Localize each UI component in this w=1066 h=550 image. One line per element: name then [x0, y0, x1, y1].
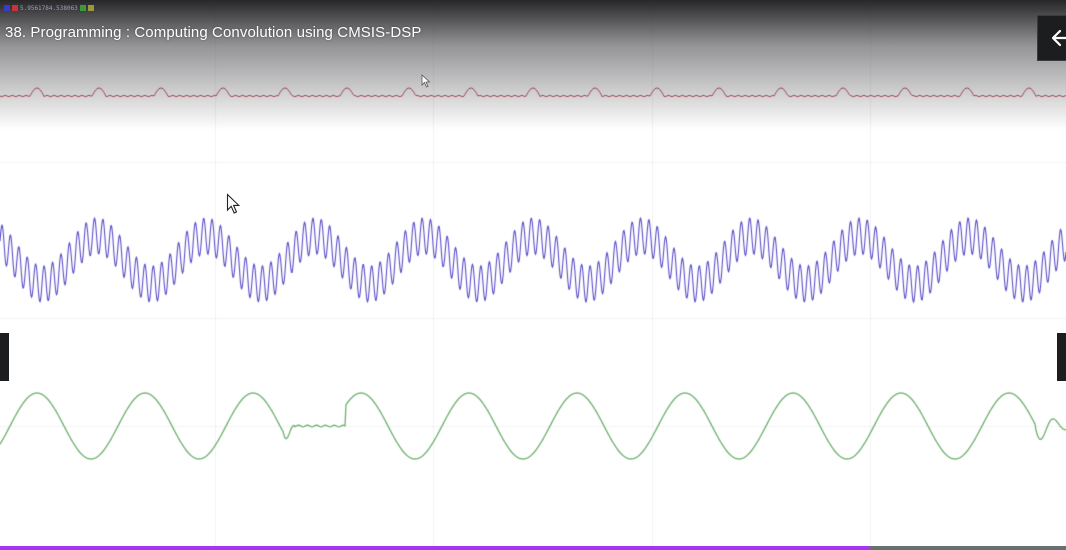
legend-values: 5.9561784.538063 — [20, 4, 78, 12]
arrow-left-icon — [1051, 29, 1066, 47]
legend-swatch-3 — [79, 5, 86, 11]
signal-plot-canvas — [0, 0, 1066, 550]
legend-swatch-4 — [87, 5, 94, 11]
mouse-pointer-icon — [226, 193, 241, 214]
right-nav-tab[interactable] — [1057, 333, 1066, 381]
legend-swatch-2 — [12, 5, 18, 11]
back-button[interactable] — [1037, 15, 1066, 61]
mouse-pointer-icon — [421, 74, 431, 88]
video-title: 38. Programming : Computing Convolution … — [5, 24, 422, 41]
video-progress-track[interactable] — [0, 546, 1066, 550]
plot-legend-strip: 5.9561784.538063 — [4, 4, 94, 12]
video-progress-fill[interactable] — [0, 546, 869, 550]
legend-swatch-1 — [4, 5, 10, 11]
left-nav-tab[interactable] — [0, 333, 9, 381]
